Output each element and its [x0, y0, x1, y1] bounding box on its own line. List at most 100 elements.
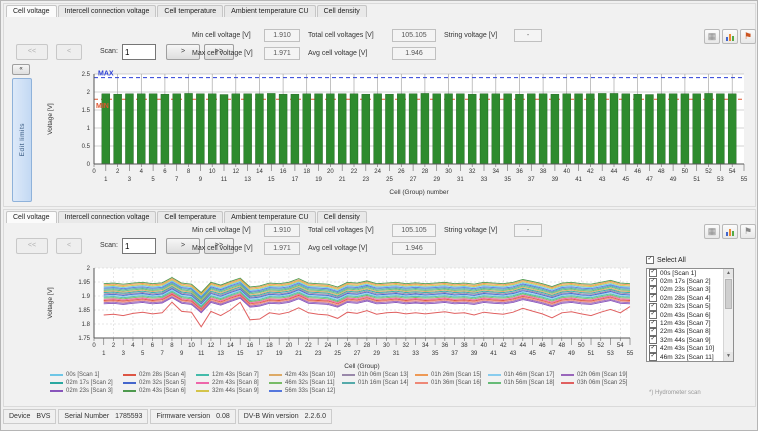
svg-text:30: 30 [383, 343, 390, 349]
scan-checkbox[interactable]: ✓ [649, 328, 657, 336]
scan-checkbox[interactable]: ✓ [649, 336, 657, 344]
tabstrip-top: Cell voltageIntercell connection voltage… [6, 4, 368, 17]
first-scan-button[interactable]: << [16, 44, 48, 60]
svg-text:34: 34 [492, 169, 499, 175]
legend-item: 03h 06m [Scan 25] [561, 380, 634, 386]
tab-cell-temperature[interactable]: Cell temperature [157, 5, 223, 17]
svg-text:MAX: MAX [98, 71, 114, 78]
scan-list-item[interactable]: ✓02m 43s [Scan 6] [647, 311, 724, 319]
string-voltage-label: String voltage [V] [444, 32, 497, 39]
scroll-down-icon[interactable]: ▼ [724, 352, 733, 361]
cell-voltage-line-chart: 1.751.81.851.91.952012345678910111213141… [38, 260, 638, 372]
select-all-checkbox[interactable]: ✓ [646, 256, 654, 264]
scroll-up-icon[interactable]: ▲ [724, 269, 733, 278]
svg-text:35: 35 [504, 177, 511, 183]
svg-text:23: 23 [362, 177, 369, 183]
scan-input[interactable] [122, 238, 156, 254]
svg-text:27: 27 [410, 177, 417, 183]
prev-scan-button[interactable]: < [56, 44, 82, 60]
svg-text:12: 12 [208, 343, 215, 349]
svg-text:18: 18 [303, 169, 310, 175]
svg-text:1.75: 1.75 [78, 336, 90, 342]
scan-list-item[interactable]: ✓46m 32s [Scan 11] [647, 353, 724, 361]
scan-list-item[interactable]: ✓42m 43s [Scan 10] [647, 345, 724, 353]
scan-list-item[interactable]: ✓02m 28s [Scan 4] [647, 294, 724, 302]
svg-text:3: 3 [122, 351, 126, 357]
scan-checkbox[interactable]: ✓ [649, 294, 657, 302]
svg-text:26: 26 [398, 169, 405, 175]
first-scan-button[interactable]: << [16, 238, 48, 254]
legend-item: 02m 32s [Scan 5] [123, 380, 196, 386]
prev-scan-button[interactable]: < [56, 238, 82, 254]
scan-checkbox[interactable]: ✓ [649, 269, 657, 277]
max-voltage-value: 1.971 [264, 242, 300, 255]
svg-text:52: 52 [597, 343, 604, 349]
chart-icon[interactable] [722, 224, 738, 239]
svg-text:14: 14 [227, 343, 234, 349]
svg-text:17: 17 [256, 351, 263, 357]
status-bar: DeviceBVSSerial Number1785593Firmware ve… [3, 409, 757, 424]
svg-text:26: 26 [344, 343, 351, 349]
svg-text:33: 33 [412, 351, 419, 357]
scan-list-item[interactable]: ✓22m 43s [Scan 8] [647, 328, 724, 336]
tab-cell-voltage[interactable]: Cell voltage [6, 211, 57, 223]
scan-list-item[interactable]: ✓02m 32s [Scan 5] [647, 303, 724, 311]
svg-text:27: 27 [354, 351, 361, 357]
min-voltage-label: Min cell voltage [V] [192, 227, 251, 234]
svg-text:10: 10 [209, 169, 216, 175]
tab-cell-voltage[interactable]: Cell voltage [6, 5, 57, 17]
scan-checkbox[interactable]: ✓ [649, 311, 657, 319]
scan-checkbox[interactable]: ✓ [649, 345, 657, 353]
tab-ambient-temperature-cu[interactable]: Ambient temperature CU [224, 5, 315, 17]
save-icon[interactable]: ⚑ [740, 224, 756, 239]
svg-text:38: 38 [540, 169, 547, 175]
scan-checkbox[interactable]: ✓ [649, 320, 657, 328]
table-icon[interactable]: ▦ [704, 224, 720, 239]
cell-voltage-bar-panel: Cell voltageIntercell connection voltage… [3, 3, 756, 207]
table-icon[interactable]: ▦ [704, 29, 720, 44]
chart-icon[interactable] [722, 29, 738, 44]
scan-listbox[interactable]: ✓00s [Scan 1]✓02m 17s [Scan 2]✓02m 23s [… [646, 268, 734, 362]
scan-list-item[interactable]: ✓32m 44s [Scan 9] [647, 336, 724, 344]
scan-list-item[interactable]: ✓02m 23s [Scan 3] [647, 286, 724, 294]
svg-text:0.5: 0.5 [82, 144, 91, 150]
svg-text:2.5: 2.5 [82, 72, 91, 78]
total-voltage-value: 105.105 [392, 224, 436, 237]
svg-text:28: 28 [364, 343, 371, 349]
svg-text:18: 18 [266, 343, 273, 349]
report-flag-icon[interactable]: ⚑ [740, 29, 756, 44]
collapse-side-panel-button[interactable]: « [12, 64, 30, 75]
string-voltage-label: String voltage [V] [444, 227, 497, 234]
scan-list-item[interactable]: ✓12m 43s [Scan 7] [647, 319, 724, 327]
svg-text:1.9: 1.9 [82, 294, 91, 300]
select-all-row[interactable]: ✓ Select All [646, 256, 686, 264]
tab-cell-density[interactable]: Cell density [317, 211, 367, 223]
svg-text:50: 50 [578, 343, 585, 349]
scan-list-item[interactable]: ✓00s [Scan 1] [647, 269, 724, 277]
scan-checkbox[interactable]: ✓ [649, 286, 657, 294]
scan-input[interactable] [122, 44, 156, 60]
listbox-scrollbar[interactable]: ▲ ▼ [723, 269, 733, 361]
scan-checkbox[interactable]: ✓ [649, 353, 657, 361]
scan-checkbox[interactable]: ✓ [649, 278, 657, 286]
svg-text:47: 47 [646, 177, 653, 183]
tab-cell-density[interactable]: Cell density [317, 5, 367, 17]
svg-text:12: 12 [232, 169, 239, 175]
edit-limits-side-button[interactable]: Edit limits [12, 78, 32, 202]
cell-voltage-bar-chart: 00.511.522.5MAXMIN0123456789101112131415… [38, 62, 752, 204]
tab-intercell-connection-voltage[interactable]: Intercell connection voltage [58, 211, 157, 223]
max-voltage-value: 1.971 [264, 47, 300, 60]
tab-intercell-connection-voltage[interactable]: Intercell connection voltage [58, 5, 157, 17]
svg-text:16: 16 [280, 169, 287, 175]
tab-ambient-temperature-cu[interactable]: Ambient temperature CU [224, 211, 315, 223]
scrollbar-thumb[interactable] [725, 279, 732, 309]
svg-text:0: 0 [92, 169, 96, 175]
scan-list-item[interactable]: ✓02m 17s [Scan 2] [647, 277, 724, 285]
tab-cell-temperature[interactable]: Cell temperature [157, 211, 223, 223]
avg-voltage-label: Avg cell voltage [V] [308, 50, 367, 57]
legend-item: 00s [Scan 1] [50, 372, 123, 378]
status-segment: DV-B Win version2.2.6.0 [238, 409, 332, 424]
tabstrip-bottom: Cell voltageIntercell connection voltage… [6, 210, 368, 223]
legend-item: 02m 17s [Scan 2] [50, 380, 123, 386]
scan-checkbox[interactable]: ✓ [649, 303, 657, 311]
